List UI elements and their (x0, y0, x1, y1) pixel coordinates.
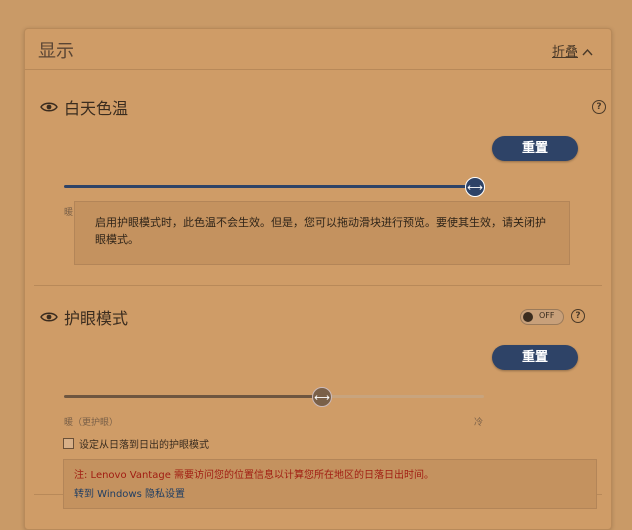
warm-label: 暖（更护眼） (64, 418, 119, 428)
eye-care-slider-thumb[interactable]: ⟷ (312, 387, 332, 407)
color-temperature-title: 白天色温 (64, 99, 129, 118)
help-icon[interactable]: ? (592, 100, 606, 114)
eye-icon (40, 102, 58, 112)
eye-care-header: 护眼模式 (40, 305, 128, 329)
sunset-sunrise-checkbox[interactable] (63, 438, 74, 449)
color-temperature-slider-track[interactable] (64, 185, 474, 188)
color-temperature-section: 白天色温 ? 重置 ⟷ 暖（更护眼） 冷 启用护眼模式时，此色温不会生效。但是，… (34, 87, 606, 286)
panel-title: 显示 (38, 41, 74, 62)
sunset-sunrise-checkbox-row[interactable]: 设定从日落到日出的护眼模式 (63, 436, 209, 451)
eye-care-toggle[interactable]: OFF (520, 309, 564, 325)
location-warning-text: 注: Lenovo Vantage 需要访问您的位置信息以计算您所在地区的日落日… (74, 470, 435, 481)
toggle-knob (523, 312, 533, 322)
chevron-up-icon (582, 45, 593, 60)
eye-care-slider-fill (64, 395, 322, 398)
eye-care-title: 护眼模式 (64, 309, 129, 328)
privacy-settings-link[interactable]: 转到 Windows 隐私设置 (74, 485, 185, 500)
eye-care-reset-button[interactable]: 重置 (492, 345, 578, 370)
eye-care-section: 护眼模式 OFF ? 重置 ⟷ 暖（更护眼） 冷 设定从日落到日出的护眼模式 注… (34, 297, 602, 509)
color-temperature-note: 启用护眼模式时，此色温不会生效。但是，您可以拖动滑块进行预览。要使其生效，请关闭… (74, 201, 570, 265)
help-icon[interactable]: ? (571, 309, 585, 323)
toggle-label: OFF (539, 311, 555, 320)
color-temperature-slider-thumb[interactable]: ⟷ (465, 177, 485, 197)
color-temperature-note-text: 启用护眼模式时，此色温不会生效。但是，您可以拖动滑块进行预览。要使其生效，请关闭… (95, 216, 546, 246)
sunset-sunrise-checkbox-label: 设定从日落到日出的护眼模式 (79, 440, 209, 451)
collapse-label: 折叠 (551, 45, 578, 60)
location-warning: 注: Lenovo Vantage 需要访问您的位置信息以计算您所在地区的日落日… (63, 459, 597, 509)
display-panel: 显示 折叠 白天色温 ? 重置 ⟷ 暖（更护眼） 冷 启用护眼模式时，此色温不会… (24, 28, 612, 530)
color-temperature-header: 白天色温 (40, 95, 128, 119)
color-temperature-reset-button[interactable]: 重置 (492, 136, 578, 161)
collapse-button[interactable]: 折叠 (552, 41, 593, 60)
eye-icon (40, 312, 58, 322)
panel-header: 显示 折叠 (25, 29, 611, 70)
cool-label: 冷 (474, 418, 484, 428)
